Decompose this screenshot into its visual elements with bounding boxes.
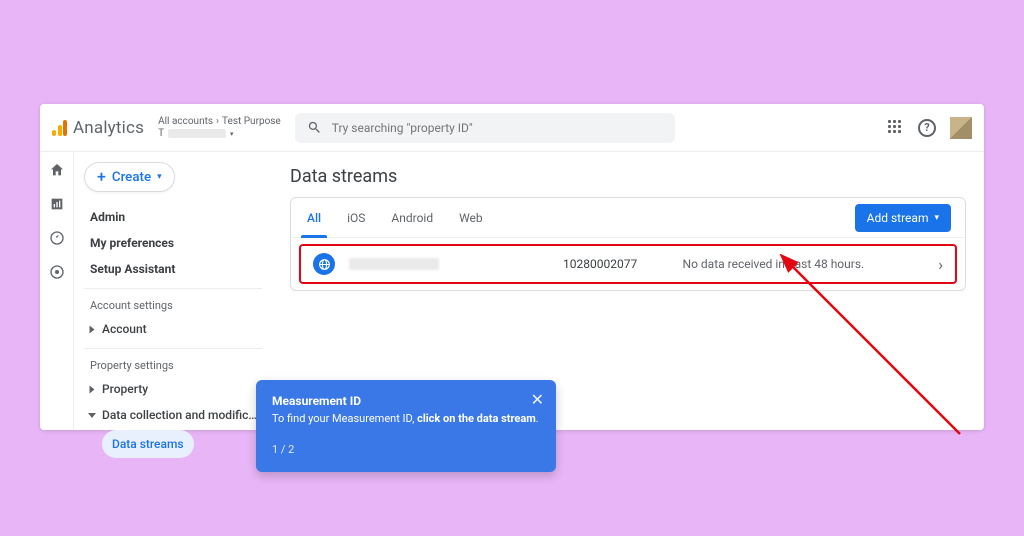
caret-down-icon xyxy=(88,413,96,418)
tab-ios[interactable]: iOS xyxy=(345,198,367,237)
sidebar-section-account: Account settings xyxy=(84,288,262,316)
onboarding-tooltip: ✕ Measurement ID To find your Measuremen… xyxy=(256,380,556,472)
sidebar-item-account[interactable]: Account xyxy=(84,316,262,342)
sidebar-item-setup-assistant[interactable]: Setup Assistant xyxy=(84,256,262,282)
stream-row[interactable]: 10280002077 No data received in past 48 … xyxy=(299,244,957,284)
tab-web[interactable]: Web xyxy=(457,198,485,237)
explore-icon[interactable] xyxy=(49,230,65,246)
product-name: Analytics xyxy=(73,118,144,138)
search-box[interactable] xyxy=(295,113,675,143)
stream-id: 10280002077 xyxy=(563,257,637,271)
avatar[interactable] xyxy=(950,117,972,139)
search-input[interactable] xyxy=(332,121,663,135)
plus-icon: + xyxy=(97,169,106,185)
sidebar-item-data-collection[interactable]: Data collection and modifica… xyxy=(84,402,262,428)
home-icon[interactable] xyxy=(49,162,65,178)
chevron-right-icon: › xyxy=(938,255,943,274)
chevron-down-icon: ▾ xyxy=(934,213,939,223)
tab-all[interactable]: All xyxy=(305,198,323,237)
tooltip-body: To find your Measurement ID, click on th… xyxy=(272,412,540,425)
sidebar-item-property[interactable]: Property xyxy=(84,376,262,402)
sidebar-section-property: Property settings xyxy=(84,348,262,376)
tooltip-title: Measurement ID xyxy=(272,394,540,408)
nav-rail xyxy=(40,152,74,430)
product-logo[interactable]: Analytics xyxy=(52,118,144,138)
sidebar: + Create ▾ Admin My preferences Setup As… xyxy=(74,152,272,430)
tooltip-step: 1 / 2 xyxy=(272,443,540,456)
header: Analytics All accounts › Test Purpose T▾… xyxy=(40,104,984,152)
sidebar-item-admin[interactable]: Admin xyxy=(84,204,262,230)
web-stream-icon xyxy=(313,253,335,275)
stream-tabs: All iOS Android Web Add stream ▾ xyxy=(291,198,965,238)
create-button[interactable]: + Create ▾ xyxy=(84,162,175,192)
search-icon xyxy=(307,120,322,135)
apps-icon[interactable] xyxy=(888,120,904,136)
close-icon[interactable]: ✕ xyxy=(531,390,544,409)
account-picker[interactable]: All accounts › Test Purpose T▾ xyxy=(158,116,281,140)
help-icon[interactable]: ? xyxy=(918,119,936,137)
sidebar-item-data-streams[interactable]: Data streams xyxy=(102,430,194,458)
stream-name-redacted xyxy=(349,258,439,270)
analytics-logo-icon xyxy=(52,120,67,136)
app-window: Analytics All accounts › Test Purpose T▾… xyxy=(40,104,984,430)
caret-right-icon xyxy=(90,385,95,393)
breadcrumb-account-name: Test Purpose xyxy=(222,116,281,128)
caret-right-icon xyxy=(90,325,95,333)
tab-android[interactable]: Android xyxy=(389,198,435,237)
sidebar-item-my-preferences[interactable]: My preferences xyxy=(84,230,262,256)
stream-status: No data received in past 48 hours. xyxy=(683,257,865,271)
add-stream-button[interactable]: Add stream ▾ xyxy=(855,204,951,232)
reports-icon[interactable] xyxy=(49,196,65,212)
breadcrumb-accounts: All accounts xyxy=(158,116,213,128)
chevron-down-icon: ▾ xyxy=(157,172,162,182)
ads-icon[interactable] xyxy=(49,264,65,280)
streams-card: All iOS Android Web Add stream ▾ 1028000… xyxy=(290,197,966,291)
page-title: Data streams xyxy=(290,166,966,187)
